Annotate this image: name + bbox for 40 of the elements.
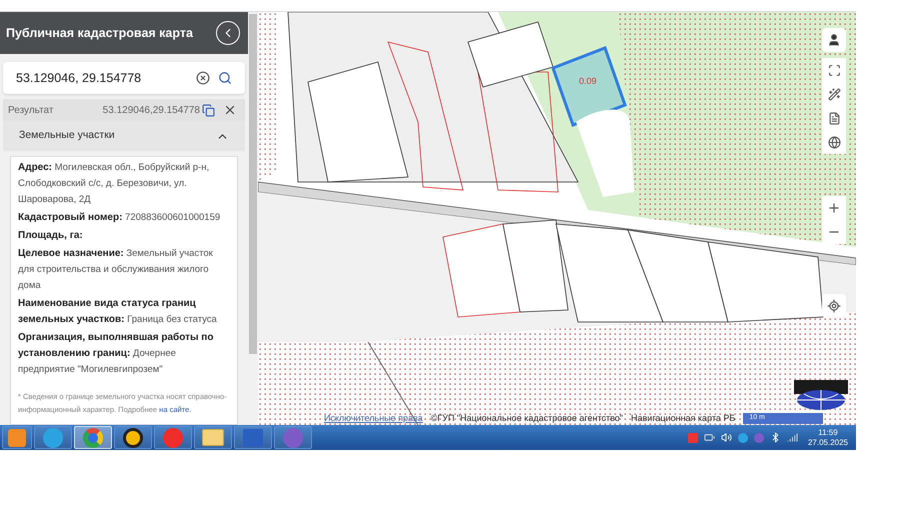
fullscreen-icon: [828, 64, 840, 76]
copyright-text: ©ГУП "Национальное кадастровое агентство": [430, 412, 624, 425]
locate-icon: [827, 299, 841, 313]
clock-time[interactable]: 11:59: [818, 428, 838, 438]
parcel-area-label: 0.09: [579, 75, 597, 88]
parcel-field: Площадь, га:: [18, 228, 230, 244]
wand-icon: [828, 88, 840, 100]
parcel-field: Наименование вида статуса границ земельных участков: Граница без статуса: [18, 296, 230, 328]
collapse-button[interactable]: [216, 21, 240, 45]
globe-icon: [828, 136, 840, 148]
result-label: Результат: [8, 104, 54, 118]
battery-icon[interactable]: [704, 432, 715, 443]
scrollbar[interactable]: [248, 12, 258, 425]
user-icon: [827, 33, 841, 47]
search-icon[interactable]: [218, 71, 232, 85]
plus-icon: [827, 201, 841, 215]
section-header[interactable]: Земельные участки: [3, 121, 245, 151]
search-field[interactable]: 53.129046, 29.154778: [3, 62, 245, 94]
agency-logo-icon: [794, 380, 848, 410]
parcel-field: Организация, выполнявшая работы по установлению границ: Дочернее предприятие "Могилевгипрозем": [18, 330, 230, 378]
parcel-field: Целевое назначение: Земельный участок для строительства и обслуживания жилого дома: [18, 246, 230, 294]
taskbar-app-button[interactable]: [114, 426, 152, 449]
taskbar-app-button[interactable]: [194, 426, 232, 449]
map-source-text: Навигационная карта РБ: [631, 412, 736, 425]
folder-icon: [202, 429, 224, 446]
scrollbar-thumb[interactable]: [249, 14, 257, 354]
result-coords: 53.129046,29.154778: [102, 104, 200, 118]
close-icon[interactable]: [223, 103, 237, 117]
clock-date[interactable]: 27.05.2025: [808, 438, 848, 448]
copy-icon[interactable]: [202, 104, 215, 116]
user-button[interactable]: [822, 28, 846, 52]
parcel-field: Кадастровый номер: 720883600601000159: [18, 210, 230, 226]
parcel-field: Адрес: Могилевская обл., Бобруйский р-н, Слободковский с/с, д. Березовичи, ул. Шароварова, 2Д: [18, 160, 230, 208]
volume-icon[interactable]: [720, 432, 732, 443]
clear-icon[interactable]: [196, 71, 210, 85]
search-input[interactable]: 53.129046, 29.154778: [16, 68, 188, 88]
app-title: Публичная кадастровая карта: [6, 24, 193, 42]
bluetooth-icon[interactable]: [770, 432, 781, 443]
locate-button[interactable]: [822, 294, 846, 318]
document-icon: [828, 112, 840, 124]
